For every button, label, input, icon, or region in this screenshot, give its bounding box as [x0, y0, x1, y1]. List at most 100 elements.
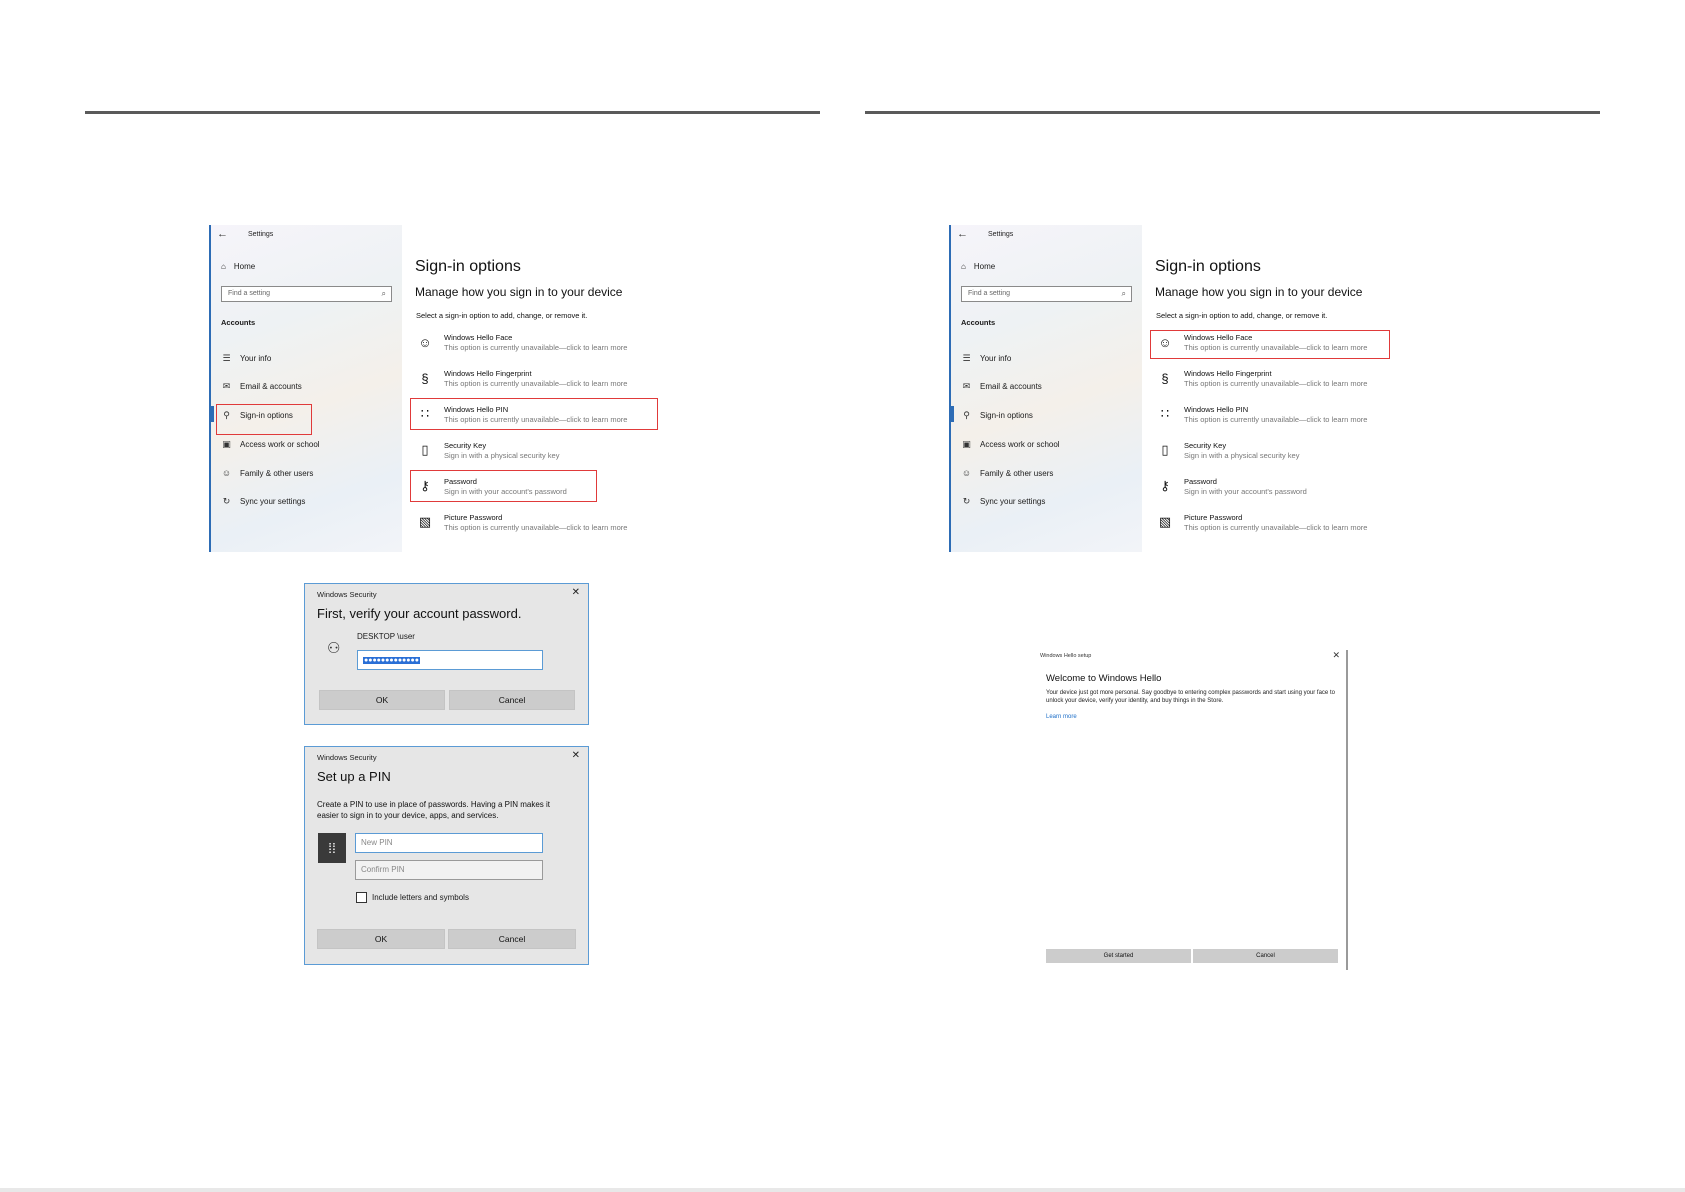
dialog-description: Create a PIN to use in place of password… — [317, 799, 550, 821]
pin-keypad-icon: ∷ — [1160, 406, 1170, 421]
sidebar-item-access-work[interactable]: ▣ Access work or school — [961, 439, 1060, 450]
include-letters-checkbox[interactable]: Include letters and symbols — [356, 892, 469, 903]
settings-main-pane: Sign-in options Manage how you sign in t… — [1142, 225, 1411, 552]
person-info-icon: ☰ — [222, 353, 231, 363]
close-icon[interactable]: ✕ — [1332, 650, 1340, 661]
dialog-title: Windows Hello setup — [1040, 653, 1092, 659]
nav-home[interactable]: ⌂ Home — [961, 262, 995, 271]
new-pin-placeholder: New PIN — [361, 838, 393, 847]
sidebar-item-sign-in-options[interactable]: ⚲ Sign-in options — [961, 410, 1033, 421]
option-security-key[interactable]: ▯ Security Key Sign in with a physical sec… — [1156, 441, 1299, 461]
search-placeholder: Find a setting — [228, 290, 271, 297]
cancel-button[interactable]: Cancel — [448, 929, 576, 949]
ok-button[interactable]: OK — [319, 690, 445, 710]
sidebar-item-label: Sync your settings — [240, 497, 306, 506]
learn-more-link[interactable]: Learn more — [1046, 714, 1077, 720]
sidebar-item-email[interactable]: ✉ Email & accounts — [221, 381, 302, 392]
option-hello-face[interactable]: ☺ Windows Hello Face This option is curren… — [416, 333, 627, 353]
person-info-icon: ☰ — [962, 353, 971, 363]
sidebar-item-email[interactable]: ✉ Email & accounts — [961, 381, 1042, 392]
mail-icon: ✉ — [962, 381, 971, 391]
option-title: Windows Hello Face — [444, 333, 513, 342]
picture-icon: ▧ — [418, 514, 432, 529]
user-icon: ⚇ — [327, 640, 341, 657]
page-subtitle: Manage how you sign in to your device — [1155, 285, 1363, 299]
sidebar-item-label: Family & other users — [240, 468, 314, 478]
option-subtitle: This option is currently unavailable—cli… — [1184, 523, 1368, 532]
highlight-hello-pin — [410, 398, 658, 430]
people-icon: ☺ — [961, 468, 972, 478]
sidebar-item-label: Email & accounts — [240, 382, 302, 391]
sidebar-item-sync[interactable]: ↻ Sync your settings — [221, 496, 306, 507]
option-subtitle: This option is currently unavailable—cli… — [444, 343, 628, 352]
description-line: Create a PIN to use in place of password… — [317, 800, 550, 809]
password-field[interactable]: ●●●●●●●●●●●●● — [357, 650, 543, 670]
cancel-button[interactable]: Cancel — [449, 690, 575, 710]
sync-icon: ↻ — [222, 496, 231, 506]
option-password[interactable]: ⚷ Password Sign in with your account's pas… — [1156, 477, 1307, 497]
close-icon[interactable]: ✕ — [572, 750, 580, 761]
sidebar-item-sync[interactable]: ↻ Sync your settings — [961, 496, 1046, 507]
dialog-heading: Set up a PIN — [317, 769, 391, 784]
close-icon[interactable]: ✕ — [572, 587, 580, 598]
dialog-title: Windows Security — [317, 590, 377, 599]
password-key-icon: ⚷ — [1160, 478, 1170, 493]
setup-pin-dialog: Windows Security ✕ Set up a PIN Create a… — [304, 746, 589, 965]
settings-sidebar: ← Settings ⌂ Home Find a setting ⌕ Accou… — [949, 225, 1142, 552]
briefcase-icon: ▣ — [222, 439, 231, 449]
key-icon: ⚲ — [963, 410, 970, 420]
new-pin-input[interactable]: New PIN — [355, 833, 543, 853]
dialog-title: Windows Security — [317, 753, 377, 762]
settings-sidebar: ← Settings ⌂ Home Find a setting ⌕ Accou… — [209, 225, 402, 552]
option-subtitle: This option is currently unavailable—cli… — [444, 523, 628, 532]
confirm-pin-input[interactable]: Confirm PIN — [355, 860, 543, 880]
username-label: DESKTOP \user — [357, 632, 415, 641]
option-picture-password[interactable]: ▧ Picture Password This option is currentl… — [416, 513, 628, 533]
section-rule-left — [85, 111, 820, 114]
settings-main-pane: Sign-in options Manage how you sign in t… — [402, 225, 671, 552]
ok-button[interactable]: OK — [317, 929, 445, 949]
get-started-button[interactable]: Get started — [1046, 949, 1191, 963]
page-description: Select a sign-in option to add, change, … — [416, 311, 588, 320]
option-picture-password[interactable]: ▧ Picture Password This option is currentl… — [1156, 513, 1368, 533]
sidebar-item-family[interactable]: ☺ Family & other users — [961, 468, 1053, 478]
dialog-body: Your device just got more personal. Say … — [1046, 690, 1335, 704]
back-arrow-icon[interactable]: ← — [957, 228, 968, 240]
usb-key-icon: ▯ — [1161, 442, 1169, 457]
bottom-page-strip — [0, 1188, 1685, 1192]
option-hello-fingerprint[interactable]: § Windows Hello Fingerprint This option is… — [416, 369, 627, 389]
active-indicator — [211, 406, 214, 422]
option-title: Security Key — [444, 441, 487, 450]
pin-keypad-icon: ⁞⁞ — [318, 833, 346, 863]
accounts-heading: Accounts — [961, 318, 996, 327]
nav-home[interactable]: ⌂ Home — [221, 262, 255, 271]
search-input[interactable]: Find a setting ⌕ — [221, 286, 392, 302]
search-input[interactable]: Find a setting ⌕ — [961, 286, 1132, 302]
option-title: Windows Hello Fingerprint — [1184, 369, 1272, 378]
password-value: ●●●●●●●●●●●●● — [363, 657, 420, 664]
cancel-button[interactable]: Cancel — [1193, 949, 1338, 963]
section-rule-right — [865, 111, 1600, 114]
sidebar-item-label: Email & accounts — [980, 382, 1042, 391]
sidebar-item-your-info[interactable]: ☰ Your info — [221, 353, 271, 364]
briefcase-icon: ▣ — [962, 439, 971, 449]
sidebar-item-your-info[interactable]: ☰ Your info — [961, 353, 1011, 364]
sidebar-item-family[interactable]: ☺ Family & other users — [221, 468, 313, 478]
sidebar-item-label: Access work or school — [980, 440, 1060, 449]
back-arrow-icon[interactable]: ← — [217, 228, 228, 240]
option-title: Picture Password — [1184, 513, 1243, 522]
checkbox-box — [356, 892, 367, 903]
option-hello-fingerprint[interactable]: § Windows Hello Fingerprint This option is… — [1156, 369, 1367, 389]
description-line: easier to sign in to your device, apps, … — [317, 811, 499, 820]
option-title: Windows Hello Fingerprint — [444, 369, 532, 378]
sidebar-item-label: Your info — [240, 354, 272, 363]
sidebar-item-label: Your info — [980, 354, 1012, 363]
search-placeholder: Find a setting — [968, 290, 1011, 297]
option-title: Password — [1184, 477, 1217, 486]
sidebar-item-label: Family & other users — [980, 468, 1054, 478]
sidebar-item-access-work[interactable]: ▣ Access work or school — [221, 439, 319, 450]
option-hello-pin[interactable]: ∷ Windows Hello PIN This option is current… — [1156, 405, 1368, 425]
settings-window-left: ← Settings ⌂ Home Find a setting ⌕ Accou… — [209, 225, 671, 552]
option-security-key[interactable]: ▯ Security Key Sign in with a physical sec… — [416, 441, 559, 461]
sync-icon: ↻ — [962, 496, 971, 506]
